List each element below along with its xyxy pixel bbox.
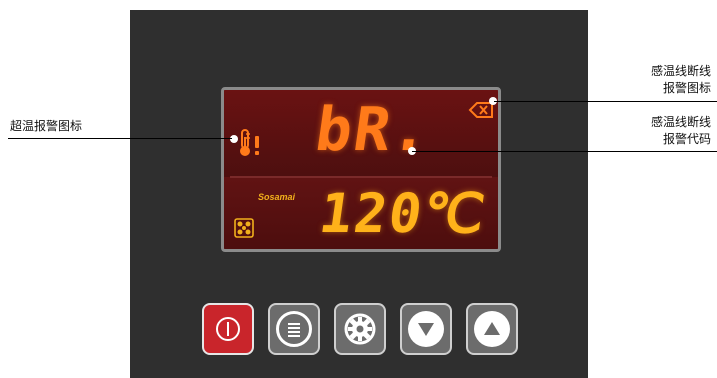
overtemp-alarm-icon [240,129,259,156]
display-divider [230,176,492,178]
temperature-readout: 120℃ [315,182,491,245]
power-button[interactable] [202,303,254,355]
settings-button[interactable] [334,303,386,355]
down-button[interactable] [400,303,452,355]
lcd-display: bR. 120℃ Sosamai [221,87,501,252]
fan-icon [234,218,254,238]
callout-line-break-code [412,151,717,152]
up-arrow-icon [484,322,500,335]
sensor-break-icon-label: 感温线断线 报警图标 [650,64,711,95]
gear-icon [344,313,376,345]
sensor-break-code-label: 感温线断线 报警代码 [650,115,711,146]
callout-line-overtemp [8,138,232,139]
brand-logo: Sosamai [258,192,296,202]
menu-icon [288,323,300,337]
overtemp-icon-label: 超温报警图标 [10,119,83,133]
power-icon [216,317,240,341]
callout-line-break-icon [494,101,717,102]
up-button[interactable] [466,303,518,355]
callout-dot-overtemp [230,135,238,143]
down-arrow-icon [418,323,434,336]
menu-button[interactable] [268,303,320,355]
alarm-code-readout: bR. [311,95,436,165]
